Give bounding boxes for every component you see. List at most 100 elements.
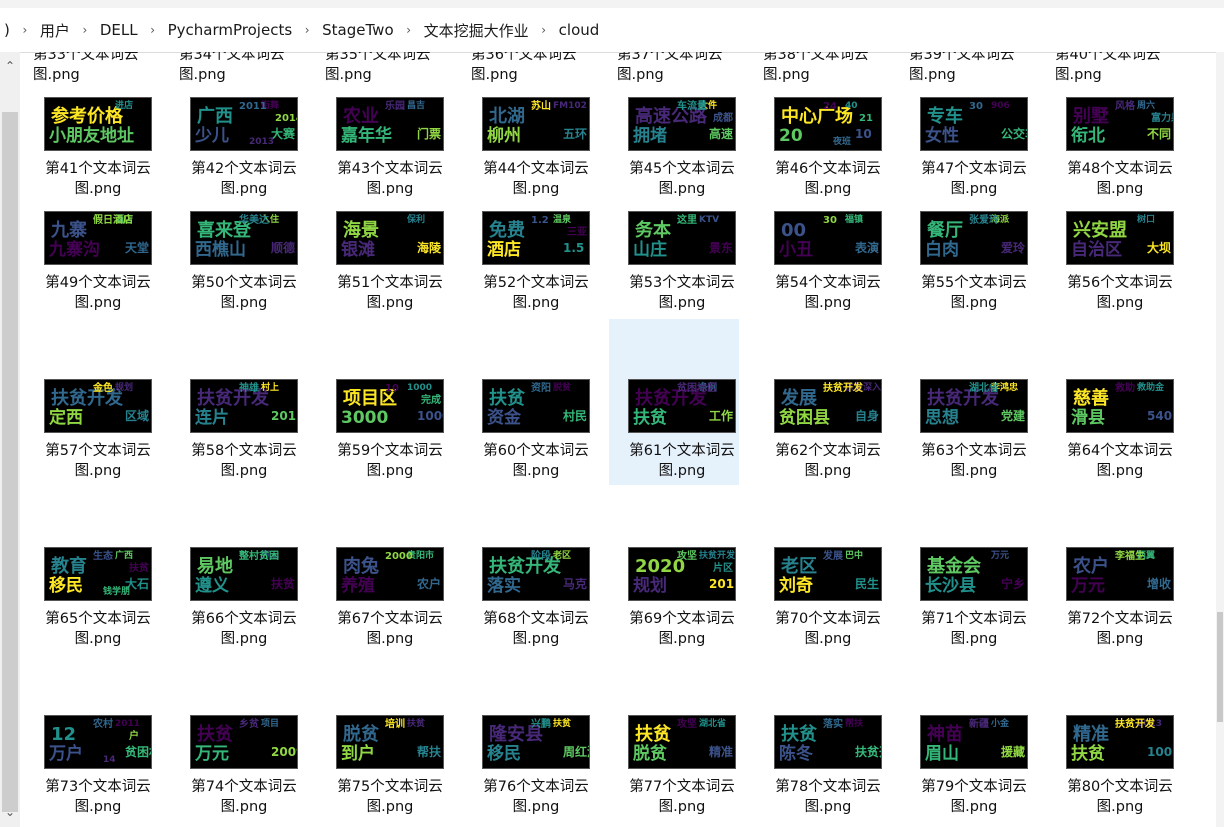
file-label: 第70个文本词云 图.png: [755, 609, 901, 649]
file-item[interactable]: 扶贫 资金 脱贫 村民 资阳 第60个文本词云 图.png: [463, 319, 593, 485]
chevron-right-icon[interactable]: ›: [146, 23, 160, 37]
file-item[interactable]: 九寨 九寨沟 酒店 天堂 假日酒店 第49个文本词云 图.png: [33, 211, 155, 321]
address-bar[interactable]: ) › 用户 › DELL › PycharmProjects › StageT…: [0, 8, 1224, 53]
cloud-word: 100: [1147, 745, 1173, 759]
file-ext: 图.png: [220, 799, 268, 815]
file-item[interactable]: 神苗 眉山 小金 援藏 新疆 第79个文本词云 图.png: [901, 655, 1031, 821]
file-label-partial[interactable]: 第39个文本词云 图.png: [909, 52, 1055, 85]
file-item[interactable]: 易地 遵义 万元 扶贫 整村贫困 第66个文本词云 图.png: [171, 487, 301, 653]
file-item[interactable]: 12万户 2011 贫困村 农村户 14 第73个文本词云图.png: [33, 655, 155, 821]
breadcrumb-users[interactable]: 用户: [36, 15, 74, 45]
breadcrumb-stagetwo[interactable]: StageTwo: [318, 15, 397, 45]
file-item[interactable]: 隆安县移民扶贫周红波兴鹏第76个文本词云图.png: [463, 655, 593, 821]
file-item[interactable]: 北湖 柳州 FM102 五环 苏山 第44个文本词云 图.png: [463, 97, 593, 207]
file-label-partial[interactable]: 第36个文本词云 图.png: [471, 52, 617, 85]
file-ext: 图.png: [366, 799, 414, 815]
chevron-right-icon[interactable]: ›: [402, 23, 416, 37]
file-label: 第72个文本词云 图.png: [1047, 609, 1193, 649]
file-item[interactable]: 基金会 长沙县 万元 宁乡 第71个文本词云 图.png: [901, 487, 1031, 653]
cloud-word: 贫困地区: [677, 383, 717, 394]
file-item[interactable]: 教育 移民 广西 大石 生态 扶贫 钱学朋 第65个文本词云 图.png: [33, 487, 155, 653]
scrollbar-thumb[interactable]: [2, 112, 18, 812]
scrollbar-thumb[interactable]: [1217, 612, 1223, 722]
scroll-down-icon[interactable]: ⌄: [2, 804, 18, 820]
cloud-word: 自治区: [1071, 240, 1122, 260]
file-item[interactable]: 扶贫开发 定西 规划 区域 金色 第57个文本词云 图.png: [33, 319, 155, 485]
cloud-word: 餐厅: [927, 220, 963, 241]
cloud-word: 精准: [709, 745, 734, 759]
breadcrumb-text-mining[interactable]: 文本挖掘大作业: [420, 15, 533, 45]
file-item[interactable]: 参考价格 小朋友地址 进店 第41个文本词云 图.png: [33, 97, 155, 207]
file-label-partial[interactable]: 第34个文本词云 图.png: [179, 52, 325, 85]
cloud-word: 自身: [855, 409, 880, 423]
file-item[interactable]: 扶贫 脱贫 湖北省 精准 攻坚 第77个文本词云 图.png: [609, 655, 739, 821]
breadcrumb-overflow[interactable]: ): [0, 15, 14, 45]
cloud-word: 民生: [855, 577, 880, 591]
chevron-right-icon[interactable]: ›: [78, 23, 92, 37]
file-item[interactable]: 肉兔 养殖 贵阳市 农户 2000 第67个文本词云 图.png: [317, 487, 447, 653]
cloud-word: 扶贫: [129, 563, 149, 574]
wordcloud-thumbnail: 扶贫开发 思想 李鸿忠 党建 湖北省: [920, 379, 1028, 433]
scroll-up-icon[interactable]: ⌃: [2, 58, 18, 74]
file-label-partial[interactable]: 第40个文本词云 图.png: [1055, 52, 1201, 85]
file-item[interactable]: 2020规划扶贫开发2011攻坚片区第69个文本词云图.png: [609, 487, 739, 653]
file-item[interactable]: 别墅衔北 周六不同 风格富力泉第48个文本词云图.png: [1047, 97, 1177, 207]
file-item[interactable]: 00 小丑 福镇 表演 30 第54个文本词云 图.png: [755, 211, 885, 321]
file-item[interactable]: 务本 山庄 KTV 景东 这里 第53个文本词云 图.png: [609, 211, 739, 321]
file-label: 第73个文本词云 图.png: [33, 777, 171, 817]
cloud-word: 白肉: [925, 240, 959, 260]
breadcrumb-pycharmprojects[interactable]: PycharmProjects: [164, 15, 297, 45]
file-label-partial[interactable]: 第37个文本词云 图.png: [617, 52, 763, 85]
file-item[interactable]: 扶贫开发 落实 老区 马克 阶段 第68个文本词云 图.png: [463, 487, 593, 653]
cloud-word: 老区: [781, 556, 817, 577]
file-item[interactable]: 海景 银滩 保利 海陵 第51个文本词云 图.png: [317, 211, 447, 321]
file-item[interactable]: 农户 万元 两翼 增收 李福生 第72个文本词云 图.png: [1047, 487, 1177, 653]
chevron-right-icon[interactable]: ›: [537, 23, 551, 37]
file-label-partial[interactable]: 第33个文本词云 图.png: [33, 52, 179, 85]
file-name: 第45个文本词云: [629, 161, 735, 177]
file-item[interactable]: 发展 贫困县 扶贫深入 自身 扶贫开发 第62个文本词云 图.png: [755, 319, 885, 485]
file-item[interactable]: 慈善 滑县 救助金 540 救助 第64个文本词云 图.png: [1047, 319, 1177, 485]
cloud-word: 门票: [417, 127, 442, 141]
file-ext: 图.png: [658, 631, 706, 647]
file-label-partial[interactable]: 第35个文本词云 图.png: [325, 52, 471, 85]
file-item[interactable]: 中心广场 20 40 10 24 21 夜班 第46个文本词云 图.png: [755, 97, 885, 207]
file-item[interactable]: 喜来登 西樵山 入住 顺德 华美达 第50个文本词云 图.png: [171, 211, 301, 321]
chevron-right-icon[interactable]: ›: [300, 23, 314, 37]
file-item[interactable]: 高速公路 拥堵 大件 高速 车流量 成都 第45个文本词云 图.png: [609, 97, 739, 207]
file-label-partial[interactable]: 第38个文本词云 图.png: [763, 52, 909, 85]
cloud-word: 规划: [633, 576, 667, 596]
file-item[interactable]: 免费 酒店 温泉 1.5 1.2 三亚 第52个文本词云 图.png: [463, 211, 593, 321]
chevron-right-icon[interactable]: ›: [18, 23, 32, 37]
file-item[interactable]: 扶贫陈冬 帮扶扶贫开发 落实第78个文本词云图.png: [755, 655, 885, 821]
file-item[interactable]: 精准 扶贫 2013 100 扶贫开发 第80个文本词云 图.png: [1047, 655, 1177, 821]
file-item[interactable]: 扶贫开发连片村上2011神雄第58个文本词云图.png: [171, 319, 301, 485]
cloud-word: 湖北省: [699, 719, 727, 729]
file-item[interactable]: 农业 嘉年华 昌吉 门票 乐园 第43个文本词云 图.png: [317, 97, 447, 207]
breadcrumb-cloud[interactable]: cloud: [555, 15, 604, 45]
cloud-word: 资金: [487, 408, 521, 428]
navigation-pane-scrollbar[interactable]: ⌃ ⌄: [0, 52, 20, 827]
cloud-word: 小丑: [779, 240, 813, 260]
file-item[interactable]: 扶贫万元 项目 2009 乡贫第74个文本词云图.png: [171, 655, 301, 821]
file-item[interactable]: 老区 刘奇 巴中 民生 发展 第70个文本词云 图.png: [755, 487, 885, 653]
cloud-word: 脱贫: [633, 744, 667, 764]
cloud-word: 2000: [385, 551, 413, 562]
file-item[interactable]: 广西少儿街舞大赛201120142013第42个文本词云图.png: [171, 97, 301, 207]
breadcrumb-dell[interactable]: DELL: [96, 15, 142, 45]
file-item[interactable]: 专车女性 906 公交车 30 第47个文本词云图.png: [901, 97, 1031, 207]
wordcloud-thumbnail: 脱贫 到户 扶贫 帮扶 培训: [336, 715, 444, 769]
file-item[interactable]: 兴安盟 自治区 树口 大坝 第56个文本词云 图.png: [1047, 211, 1177, 321]
file-item[interactable]: 餐厅 白肉 海派 爱玲 张爱玲 第55个文本词云 图.png: [901, 211, 1031, 321]
wordcloud-thumbnail: 餐厅 白肉 海派 爱玲 张爱玲: [920, 211, 1028, 265]
file-item[interactable]: 项目区300010001000010完成第59个文本词云图.png: [317, 319, 447, 485]
cloud-word: 苏山: [531, 101, 551, 112]
file-item[interactable]: 脱贫 到户 扶贫 帮扶 培训 第75个文本词云 图.png: [317, 655, 447, 821]
file-item[interactable]: 扶贫开发 扶贫 条例 工作 贫困地区 第61个文本词云 图.png: [609, 319, 739, 485]
file-item[interactable]: 扶贫开发 思想 李鸿忠 党建 湖北省 第63个文本词云 图.png: [901, 319, 1031, 485]
cloud-word: 村上: [261, 383, 280, 393]
file-label: 第67个文本词云 图.png: [317, 609, 463, 649]
vertical-scrollbar[interactable]: [1216, 52, 1224, 827]
cloud-word: 思想: [925, 408, 959, 428]
cloud-word: 片区: [713, 563, 733, 574]
